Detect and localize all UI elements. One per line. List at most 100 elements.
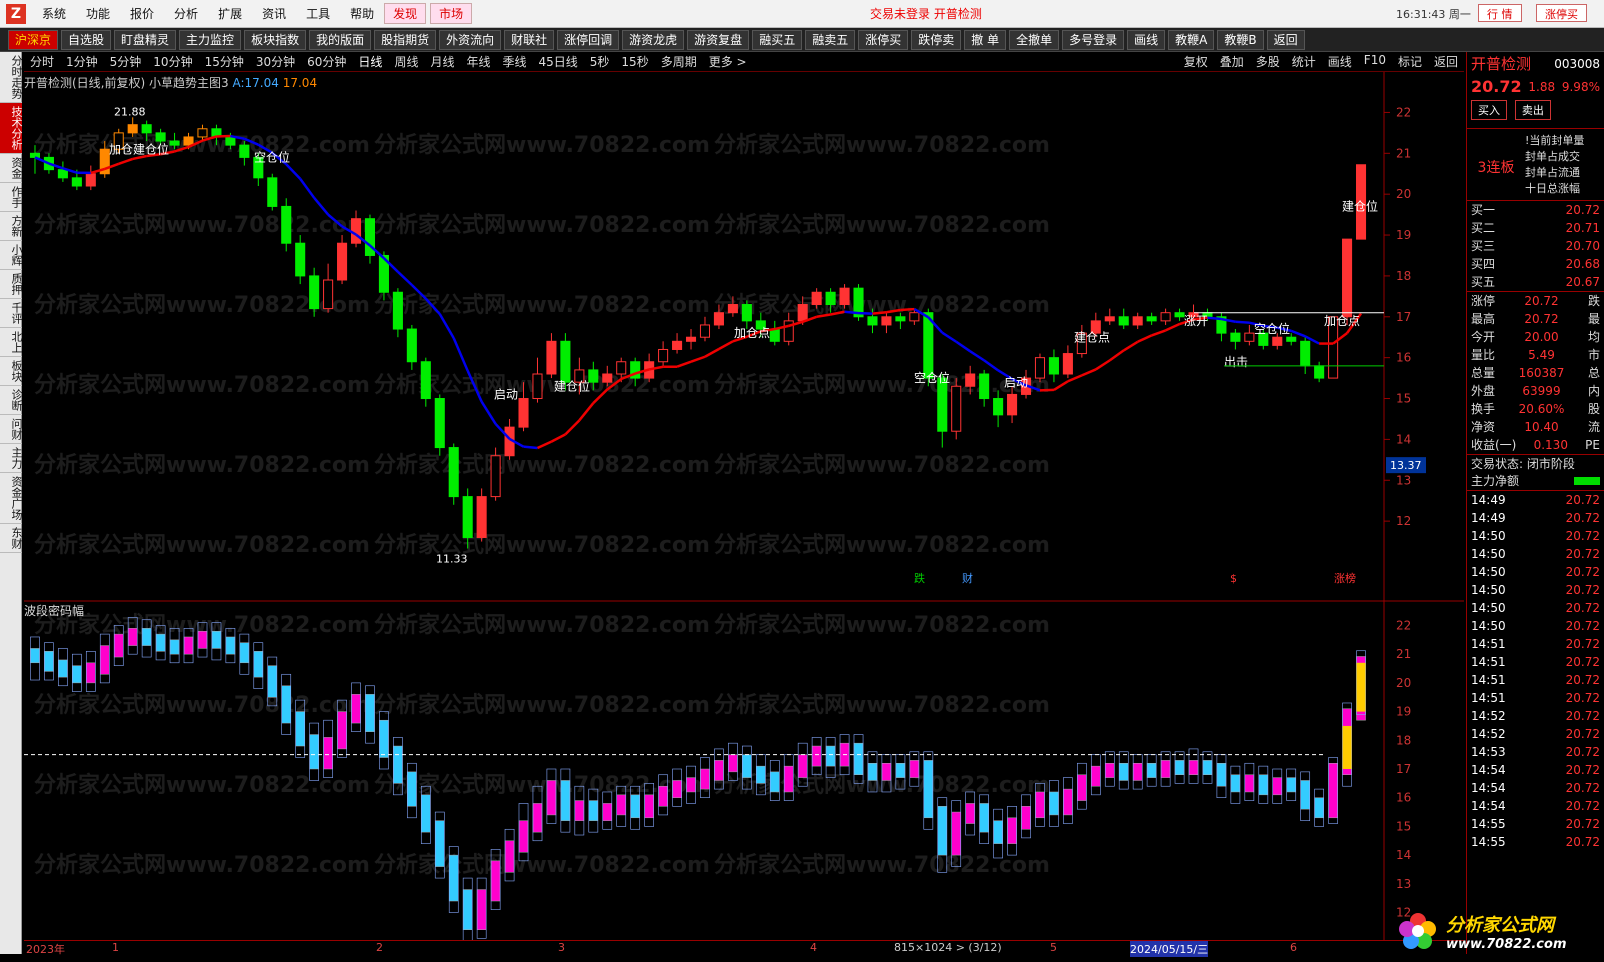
toolbar-button-3[interactable]: 主力监控 bbox=[179, 29, 242, 50]
chart-tool-5[interactable]: F10 bbox=[1358, 53, 1392, 70]
candle-body[interactable] bbox=[1300, 340, 1311, 367]
candle-body[interactable] bbox=[588, 369, 599, 383]
candle-body[interactable] bbox=[225, 136, 236, 146]
band-bar[interactable] bbox=[1132, 763, 1143, 781]
band-bar[interactable] bbox=[1300, 780, 1310, 810]
band-bar[interactable] bbox=[546, 780, 557, 816]
toolbar-button-13[interactable]: 融卖五 bbox=[805, 29, 856, 50]
band-bar[interactable] bbox=[1077, 774, 1087, 801]
toolbar-button-22[interactable]: 返回 bbox=[1266, 29, 1305, 50]
band-bar[interactable] bbox=[825, 745, 836, 767]
band-bar[interactable] bbox=[267, 665, 278, 698]
candle-body[interactable] bbox=[29, 152, 41, 158]
chart-tool-7[interactable]: 返回 bbox=[1428, 53, 1464, 70]
band-bar[interactable] bbox=[895, 763, 906, 778]
band-bar[interactable] bbox=[323, 737, 333, 770]
candle-body[interactable] bbox=[127, 124, 138, 134]
period-11[interactable]: 季线 bbox=[496, 53, 532, 70]
period-4[interactable]: 15分钟 bbox=[199, 53, 250, 70]
candle-body[interactable] bbox=[155, 132, 166, 142]
left-tab-9[interactable]: 板块 bbox=[0, 357, 23, 386]
toolbar-button-6[interactable]: 股指期货 bbox=[374, 29, 437, 50]
candle-body[interactable] bbox=[616, 361, 627, 375]
band-bar[interactable] bbox=[127, 628, 138, 646]
band-bar[interactable] bbox=[448, 854, 459, 902]
band-bar[interactable] bbox=[1328, 763, 1338, 819]
candle-body[interactable] bbox=[546, 340, 557, 375]
band-bar[interactable] bbox=[951, 811, 962, 856]
band-bar[interactable] bbox=[686, 777, 696, 793]
band-bar[interactable] bbox=[1063, 788, 1073, 816]
candle-body[interactable] bbox=[197, 128, 208, 138]
band-bar[interactable] bbox=[742, 754, 752, 778]
chart-tool-4[interactable]: 画线 bbox=[1322, 53, 1358, 70]
period-9[interactable]: 月线 bbox=[424, 53, 460, 70]
chart-tool-2[interactable]: 多股 bbox=[1250, 53, 1286, 70]
band-bar[interactable] bbox=[630, 794, 640, 819]
left-tab-6[interactable]: 质押 bbox=[0, 270, 23, 299]
band-bar[interactable] bbox=[783, 765, 794, 793]
candle-body[interactable] bbox=[713, 312, 724, 326]
band-bar[interactable] bbox=[490, 860, 501, 902]
left-tab-8[interactable]: 北上 bbox=[0, 328, 23, 357]
candle-body[interactable] bbox=[965, 373, 976, 387]
left-tab-14[interactable]: 东财 bbox=[0, 524, 23, 553]
sub-indicator-chart[interactable]: 2221201918171615141312分析家公式网www.70822.co… bbox=[24, 602, 1464, 940]
candle-body[interactable] bbox=[797, 304, 808, 322]
band-bar[interactable] bbox=[979, 803, 989, 833]
candle-body[interactable] bbox=[658, 348, 669, 363]
candle-body[interactable] bbox=[685, 336, 697, 342]
period-15[interactable]: 多周期 bbox=[655, 53, 703, 70]
band-bar[interactable] bbox=[658, 785, 668, 807]
candle-body[interactable] bbox=[1146, 316, 1157, 322]
period-16[interactable]: 更多 > bbox=[703, 53, 753, 70]
left-tab-12[interactable]: 主力 bbox=[0, 444, 23, 473]
candle-body[interactable] bbox=[462, 496, 473, 538]
period-13[interactable]: 5秒 bbox=[584, 53, 616, 70]
menu-help[interactable]: 帮助 bbox=[340, 5, 384, 22]
toolbar-button-10[interactable]: 游资龙虎 bbox=[622, 29, 685, 50]
band-bar[interactable] bbox=[714, 760, 724, 781]
main-kline-chart[interactable]: 22 21 20 19 18 17 16 15 14 13 12 13.37 分析家公式网www.708… bbox=[24, 72, 1464, 602]
toolbar-button-17[interactable]: 全撤单 bbox=[1009, 29, 1060, 50]
candle-body[interactable] bbox=[420, 361, 431, 400]
candle-body[interactable] bbox=[1230, 332, 1241, 342]
toolbar-button-15[interactable]: 跌停卖 bbox=[911, 29, 962, 50]
candle-body[interactable] bbox=[1286, 336, 1297, 342]
band-bar[interactable] bbox=[504, 840, 515, 873]
band-bar[interactable] bbox=[1118, 763, 1129, 781]
candle-body[interactable] bbox=[1132, 316, 1143, 326]
band-bar[interactable] bbox=[58, 659, 68, 678]
event-mark[interactable]: $ bbox=[1230, 572, 1237, 585]
period-14[interactable]: 15秒 bbox=[615, 53, 654, 70]
band-bar[interactable] bbox=[239, 642, 250, 664]
candle-body[interactable] bbox=[699, 324, 711, 338]
candle-body[interactable] bbox=[993, 398, 1004, 416]
band-bar[interactable] bbox=[476, 889, 487, 930]
toolbar-button-4[interactable]: 板块指数 bbox=[244, 29, 307, 50]
band-bar[interactable] bbox=[225, 636, 236, 655]
band-bar[interactable] bbox=[909, 760, 920, 778]
candle-body[interactable] bbox=[1314, 365, 1325, 379]
left-tab-10[interactable]: 诊断 bbox=[0, 386, 23, 415]
left-tab-11[interactable]: 问财 bbox=[0, 415, 23, 444]
left-tab-0[interactable]: 分时走势 bbox=[0, 52, 23, 103]
candle-body[interactable] bbox=[85, 173, 96, 187]
band-bar[interactable] bbox=[756, 765, 766, 784]
menu-quote[interactable]: 报价 bbox=[120, 5, 164, 22]
candle-body[interactable] bbox=[1174, 312, 1185, 318]
tab-market[interactable]: 市场 bbox=[430, 3, 473, 24]
period-7[interactable]: 日线 bbox=[352, 53, 388, 70]
band-bar[interactable] bbox=[421, 794, 431, 833]
candle-body[interactable] bbox=[1118, 316, 1129, 326]
band-bar[interactable] bbox=[86, 662, 96, 684]
menu-news[interactable]: 资讯 bbox=[252, 5, 296, 22]
band-bar[interactable] bbox=[1258, 774, 1269, 796]
candle-body[interactable] bbox=[825, 291, 836, 306]
menu-system[interactable]: 系统 bbox=[32, 5, 76, 22]
event-mark[interactable]: 跌 bbox=[914, 571, 925, 585]
toolbar-button-11[interactable]: 游资复盘 bbox=[687, 29, 750, 50]
candle-body[interactable] bbox=[867, 316, 878, 326]
candle-body[interactable] bbox=[281, 205, 292, 244]
candle-body[interactable] bbox=[1007, 393, 1018, 416]
